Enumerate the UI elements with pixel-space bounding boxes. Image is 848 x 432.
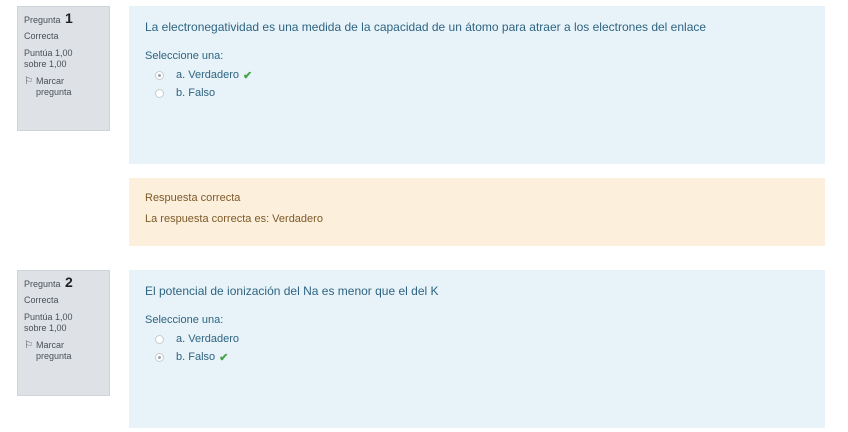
flag-line2: pregunta — [35, 351, 72, 361]
question-number: Pregunta 1 — [24, 10, 103, 26]
question-1-feedback: Respuesta correcta La respuesta correcta… — [129, 178, 825, 246]
question-1-info: Pregunta 1 Correcta Puntúa 1,00 sobre 1,… — [17, 6, 110, 131]
check-icon: ✔ — [243, 69, 253, 82]
flag-line1: Marcar — [35, 76, 64, 86]
question-state: Correcta — [24, 31, 59, 41]
question-number-value: 1 — [65, 10, 73, 26]
flag-line2: pregunta — [35, 87, 72, 97]
flag-icon: ⚐ — [24, 340, 33, 351]
flag-label: Marcar pregunta — [36, 76, 72, 98]
check-icon: ✔ — [219, 351, 229, 364]
flag-label: Marcar pregunta — [36, 340, 72, 362]
question-grade: Puntúa 1,00 sobre 1,00 — [24, 48, 103, 70]
radio-option-a[interactable] — [155, 70, 164, 80]
question-number-value: 2 — [65, 274, 73, 290]
option-b[interactable]: b. Falso — [155, 84, 809, 102]
option-a-label: a. Verdadero — [176, 69, 239, 81]
option-a-label: a. Verdadero — [176, 333, 239, 345]
option-a[interactable]: a. Verdadero — [155, 330, 809, 348]
question-grade: Puntúa 1,00 sobre 1,00 — [24, 312, 103, 334]
flag-question-button[interactable]: ⚐ Marcar pregunta — [24, 76, 103, 98]
option-b-label: b. Falso — [176, 87, 216, 99]
question-1-content: La electronegatividad es una medida de l… — [129, 6, 825, 164]
feedback-answer: La respuesta correcta es: Verdadero — [145, 213, 323, 225]
radio-option-a[interactable] — [155, 334, 164, 344]
question-2-content: El potencial de ionización del Na es men… — [129, 270, 825, 428]
option-b[interactable]: b. Falso ✔ — [155, 348, 809, 366]
grade-line1: Puntúa 1,00 — [24, 48, 73, 58]
option-b-label: b. Falso — [176, 351, 216, 363]
question-label: Pregunta — [24, 15, 61, 25]
radio-option-b[interactable] — [155, 88, 164, 98]
question-text: El potencial de ionización del Na es men… — [145, 284, 439, 298]
flag-question-button[interactable]: ⚐ Marcar pregunta — [24, 340, 103, 362]
answer-prompt: Seleccione una: — [145, 50, 224, 62]
question-label: Pregunta — [24, 279, 61, 289]
feedback-result: Respuesta correcta — [145, 192, 241, 204]
option-a[interactable]: a. Verdadero ✔ — [155, 66, 809, 84]
grade-line1: Puntúa 1,00 — [24, 312, 73, 322]
answer-prompt: Seleccione una: — [145, 314, 224, 326]
flag-icon: ⚐ — [24, 76, 33, 87]
radio-option-b[interactable] — [155, 352, 164, 362]
question-number: Pregunta 2 — [24, 274, 103, 290]
flag-line1: Marcar — [35, 340, 64, 350]
grade-line2: sobre 1,00 — [24, 323, 67, 333]
question-state: Correcta — [24, 295, 59, 305]
question-text: La electronegatividad es una medida de l… — [145, 20, 707, 34]
grade-line2: sobre 1,00 — [24, 59, 67, 69]
question-2-info: Pregunta 2 Correcta Puntúa 1,00 sobre 1,… — [17, 270, 110, 396]
